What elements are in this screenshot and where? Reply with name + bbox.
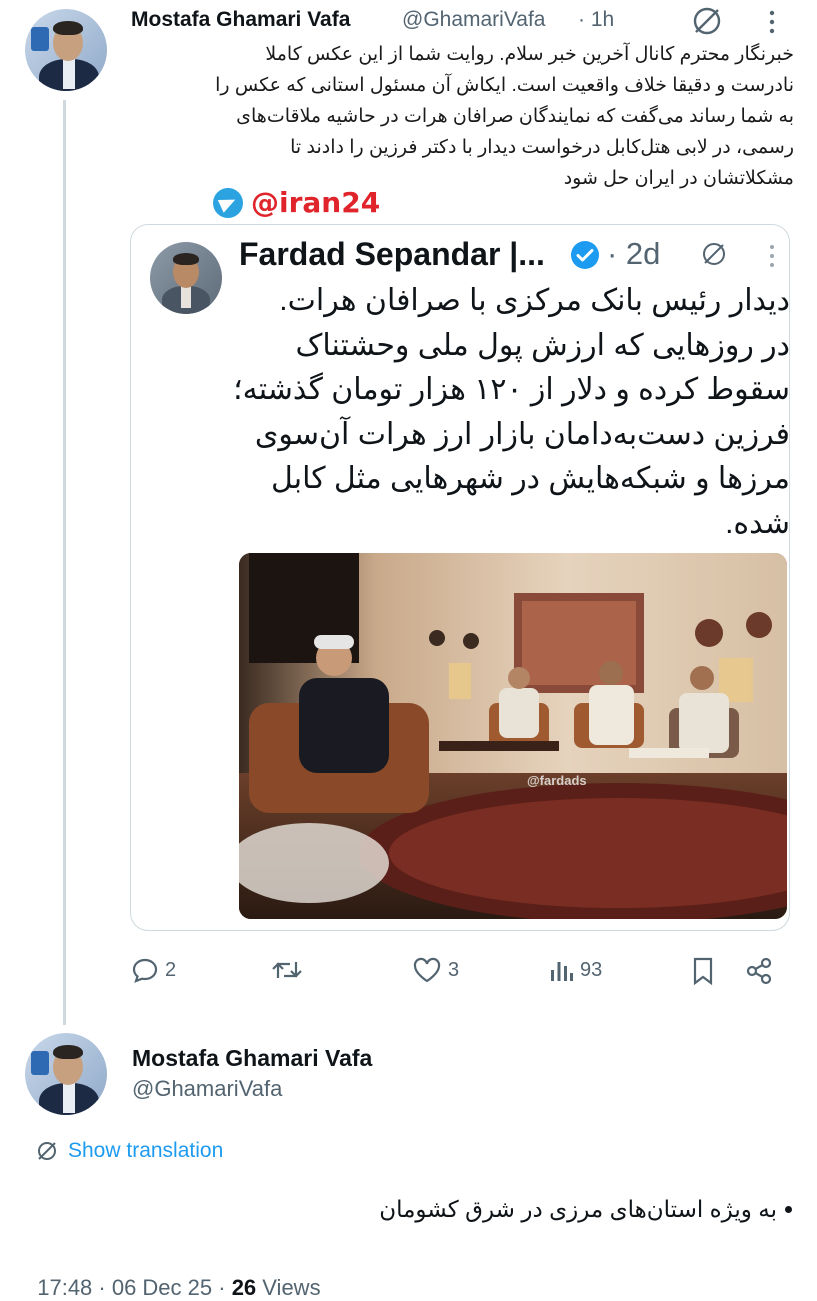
bullet-text: به ویژه استان‌های مرزی در شرق کشومان [379, 1196, 777, 1222]
reply-text-line: به شما رساند می‌گفت که نمایندگان صرافان … [236, 106, 794, 127]
verified-badge-icon [569, 239, 601, 271]
quote-text-line: در روزهایی که ارزش پول ملی وحشتناک [295, 328, 790, 362]
quote-text-line: دیدار رئیس بانک مرکزی با صرافان هرات. [279, 284, 790, 317]
timestamp[interactable]: 17:48 · 06 Dec 25 · [37, 1275, 231, 1300]
telegram-icon [213, 187, 243, 218]
reply-action[interactable]: 2 [131, 956, 176, 984]
globe-slash-icon [36, 1140, 58, 1162]
main-author-name[interactable]: Mostafa Ghamari Vafa [132, 1045, 372, 1072]
reply-count: 2 [165, 958, 177, 981]
show-translation-link[interactable]: Show translation [36, 1139, 223, 1163]
main-avatar[interactable] [25, 1033, 107, 1115]
grok-icon[interactable] [690, 4, 724, 38]
more-options-icon[interactable] [766, 8, 778, 36]
hotel-lobby-photo [239, 553, 787, 919]
telegram-watermark: @iran24 [213, 186, 380, 219]
quote-text-line: مرزها و شبکه‌هایش در شهرهایی مثل کابل [271, 462, 790, 495]
reply-text: خبرنگار محترم کانال آخرین خبر سلام. روای… [108, 39, 794, 194]
main-text: به ویژه استان‌های مرزی در شرق کشومان [300, 1196, 792, 1223]
reply-avatar[interactable] [25, 9, 107, 91]
views-icon [548, 956, 574, 984]
like-count: 3 [448, 958, 460, 981]
thread-line [63, 100, 66, 1025]
repost-icon [271, 956, 303, 984]
reply-text-line: رسمی، در لابی هتل‌کابل درخواست دیدار با … [290, 137, 794, 158]
watermark-handle: @iran24 [251, 186, 381, 219]
views-count-bold: 26 [231, 1275, 257, 1300]
repost-action[interactable] [271, 956, 309, 984]
reply-author-handle[interactable]: @GhamariVafa [402, 8, 545, 32]
heart-icon [412, 956, 442, 984]
like-action[interactable]: 3 [412, 956, 459, 984]
reply-text-line: مشکلاتشان در ایران حل شود [563, 168, 794, 189]
quote-text-line: فرزین دست‌به‌دامان بازار ارز هرات آن‌سوی [254, 417, 790, 451]
show-translation-label[interactable]: Show translation [68, 1139, 223, 1163]
quote-more-icon[interactable] [767, 243, 777, 269]
share-icon[interactable] [744, 956, 774, 986]
reply-time[interactable]: · 1h [578, 8, 614, 32]
bookmark-icon[interactable] [690, 956, 716, 986]
main-meta: 17:48 · 06 Dec 25 · 26 Views [25, 1249, 321, 1301]
quote-text: دیدار رئیس بانک مرکزی با صرافان هرات. در… [150, 279, 790, 546]
quote-text-line: شده. [725, 506, 790, 540]
reply-text-line: خبرنگار محترم کانال آخرین خبر سلام. روای… [265, 44, 794, 65]
quote-author-name[interactable]: Fardad Sepandar |... [239, 236, 545, 273]
reply-icon [131, 956, 159, 984]
reply-text-line: نادرست و دقیقا خلاف واقعیت است. ایکاش آن… [215, 75, 794, 96]
bullet-dot [785, 1206, 792, 1213]
reply-author-name[interactable]: Mostafa Ghamari Vafa [131, 8, 350, 32]
photo-watermark: @fardads [527, 773, 587, 788]
main-author-handle[interactable]: @GhamariVafa [132, 1076, 282, 1102]
quote-time[interactable]: · 2d [607, 236, 660, 272]
quote-text-line: سقوط کرده و دلار از ۱۲۰ هزار تومان گذشته… [233, 373, 790, 406]
views-label: Views [256, 1275, 321, 1300]
quote-grok-icon[interactable] [700, 240, 728, 268]
views-count: 93 [580, 958, 603, 981]
views-action[interactable]: 93 [548, 956, 602, 984]
quote-photo[interactable]: @fardads [239, 553, 787, 919]
